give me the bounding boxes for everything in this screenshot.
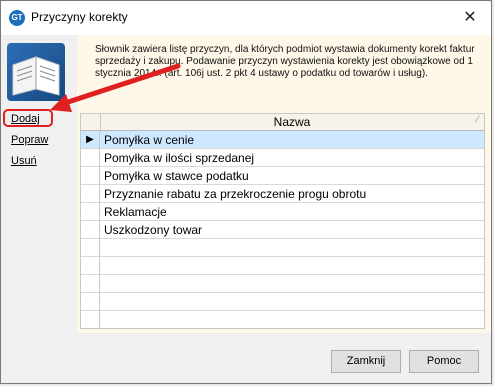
table-row[interactable]: Przyznanie rabatu za przekroczenie progu… (81, 185, 484, 203)
row-indicator-cell (81, 239, 100, 257)
close-icon[interactable]: ✕ (459, 7, 481, 27)
table-row[interactable]: Pomyłka w stawce podatku (81, 167, 484, 185)
dialog-window: GT Przyczyny korekty ✕ Dodaj Popraw Usuń (0, 0, 492, 384)
left-panel: Dodaj Popraw Usuń (1, 35, 77, 333)
table-row[interactable] (81, 239, 484, 257)
sidebar-actions: Dodaj Popraw Usuń (11, 113, 48, 176)
row-indicator-cell (81, 275, 100, 293)
table-row[interactable]: Pomyłka w ilości sprzedanej (81, 149, 484, 167)
close-button[interactable]: Zamknij (331, 350, 401, 373)
sort-icon: ⁄ (476, 115, 478, 125)
app-icon: GT (9, 10, 25, 26)
main-panel: Słownik zawiera listę przyczyn, dla któr… (77, 35, 491, 333)
sidebar-item-popraw[interactable]: Popraw (11, 134, 48, 146)
description-text: Słownik zawiera listę przyczyn, dla któr… (95, 44, 475, 79)
row-name: Przyznanie rabatu za przekroczenie progu… (104, 187, 367, 201)
table-row[interactable] (81, 257, 484, 275)
help-button[interactable]: Pomoc (409, 350, 479, 373)
table-row[interactable] (81, 275, 484, 293)
row-indicator-cell (81, 311, 100, 328)
table-header: Nazwa ⁄ (81, 114, 484, 131)
table-row[interactable]: ▶ Pomyłka w cenie (81, 131, 484, 149)
table-row[interactable]: Reklamacje (81, 203, 484, 221)
row-indicator-cell (81, 293, 100, 311)
table-row[interactable] (81, 311, 484, 328)
table-row[interactable]: Uszkodzony towar (81, 221, 484, 239)
row-name: Pomyłka w stawce podatku (104, 169, 249, 183)
sidebar-item-dodaj[interactable]: Dodaj (11, 113, 48, 125)
row-indicator-cell (81, 221, 100, 239)
reasons-table[interactable]: Nazwa ⁄ ▶ Pomyłka w cenie Pomyłka w iloś… (80, 113, 485, 329)
row-name: Pomyłka w ilości sprzedanej (104, 151, 255, 165)
window-title: Przyczyny korekty (31, 10, 128, 24)
table-row[interactable] (81, 293, 484, 311)
header-indicator-cell (81, 114, 101, 130)
book-icon (7, 43, 65, 101)
triangle-right-icon: ▶ (81, 131, 100, 149)
column-header-nazwa[interactable]: Nazwa (100, 114, 484, 130)
row-indicator-cell (81, 257, 100, 275)
row-indicator-cell (81, 203, 100, 221)
row-indicator-cell (81, 149, 100, 167)
row-name: Reklamacje (104, 205, 167, 219)
sidebar-item-usun[interactable]: Usuń (11, 155, 48, 167)
row-name: Pomyłka w cenie (104, 133, 195, 147)
row-indicator-cell (81, 167, 100, 185)
title-bar[interactable]: GT Przyczyny korekty ✕ (1, 1, 491, 35)
row-name: Uszkodzony towar (104, 223, 203, 237)
button-bar: Zamknij Pomoc (1, 333, 491, 383)
row-indicator-cell (81, 185, 100, 203)
